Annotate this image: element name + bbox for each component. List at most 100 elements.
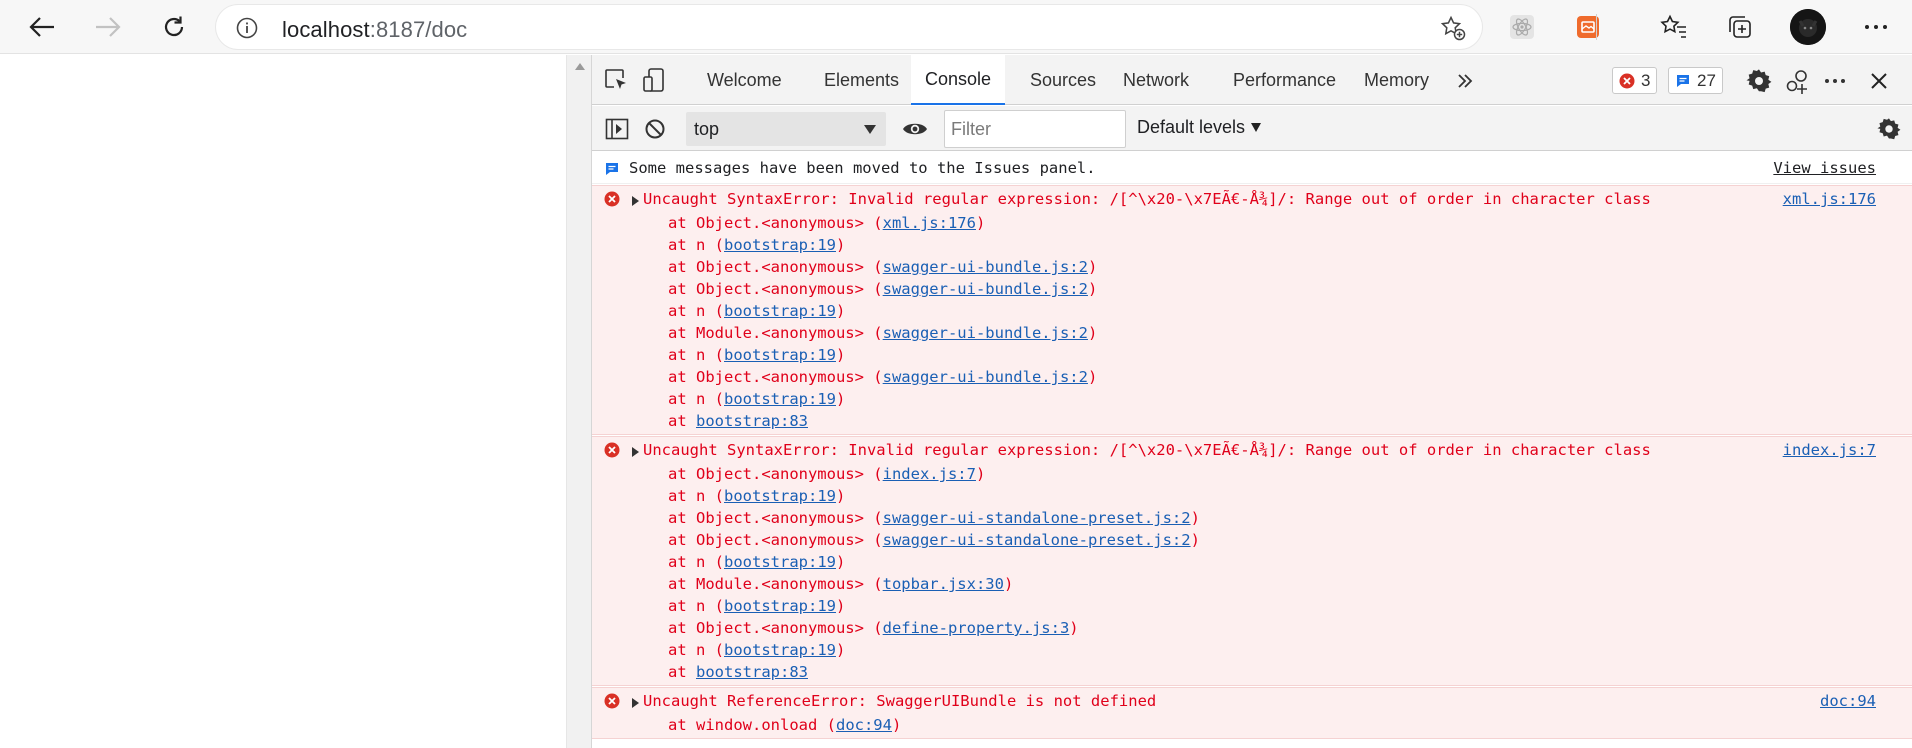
more-tabs-chevron-icon[interactable] (1454, 70, 1476, 92)
address-bar[interactable]: localhost:8187/doc (216, 5, 1482, 49)
tab-memory[interactable]: Memory (1350, 55, 1443, 105)
extension-orange-icon[interactable] (1572, 11, 1604, 43)
frame-source-link[interactable]: swagger-ui-bundle.js:2 (883, 368, 1088, 386)
devtools-settings-icon[interactable] (1744, 66, 1774, 96)
context-selector[interactable]: top (686, 112, 886, 146)
stack-frame: at Object.<anonymous> (define-property.j… (668, 617, 1200, 639)
frame-source-link[interactable]: define-property.js:3 (883, 619, 1070, 637)
customize-connect-icon[interactable] (1782, 66, 1812, 96)
frame-prefix: at Object.<anonymous> ( (668, 531, 883, 549)
frame-source-link[interactable]: xml.js:176 (883, 214, 976, 232)
tab-network[interactable]: Network (1109, 55, 1203, 105)
frame-source-link[interactable]: bootstrap:19 (724, 302, 836, 320)
frame-prefix: at n ( (668, 487, 724, 505)
frame-prefix: at n ( (668, 390, 724, 408)
console-toolbar: top Default levels (592, 106, 1912, 151)
frame-source-link[interactable]: bootstrap:19 (724, 236, 836, 254)
collections-icon[interactable] (1724, 11, 1756, 43)
frame-source-link[interactable]: bootstrap:83 (696, 663, 808, 681)
view-issues-link[interactable]: View issues (1773, 159, 1876, 177)
page-scrollbar[interactable] (566, 55, 592, 748)
frame-source-link[interactable]: bootstrap:19 (724, 390, 836, 408)
frame-source-link[interactable]: bootstrap:19 (724, 641, 836, 659)
stack-frame: at Object.<anonymous> (swagger-ui-bundle… (668, 366, 1097, 388)
frame-source-link[interactable]: bootstrap:19 (724, 346, 836, 364)
favorites-icon[interactable] (1658, 11, 1690, 43)
tab-sources[interactable]: Sources (1016, 55, 1110, 105)
clear-console-icon[interactable] (640, 114, 670, 144)
stack-trace: at Object.<anonymous> (index.js:7) at n (… (668, 463, 1200, 683)
frame-suffix: ) (1003, 575, 1014, 593)
frame-prefix: at Object.<anonymous> ( (668, 465, 883, 483)
frame-prefix: at Object.<anonymous> ( (668, 258, 883, 276)
devtools-more-options-icon[interactable] (1820, 66, 1850, 96)
refresh-button[interactable] (154, 7, 194, 47)
frame-source-link[interactable]: bootstrap:19 (724, 597, 836, 615)
frame-suffix: ) (835, 236, 846, 254)
error-message[interactable]: Uncaught SyntaxError: Invalid regular ex… (643, 190, 1651, 208)
frame-suffix: ) (1087, 280, 1098, 298)
add-favorite-icon[interactable] (1440, 15, 1466, 46)
inspect-element-icon[interactable] (600, 64, 632, 96)
error-source-link[interactable]: index.js:7 (1783, 441, 1876, 459)
frame-source-link[interactable]: swagger-ui-bundle.js:2 (883, 280, 1088, 298)
frame-suffix: ) (835, 597, 846, 615)
devtools-tab-bar: Welcome Elements Console Sources Network… (592, 55, 1912, 105)
show-sidebar-icon[interactable] (602, 114, 632, 144)
stack-frame: at Object.<anonymous> (swagger-ui-standa… (668, 529, 1200, 551)
error-icon (1619, 73, 1635, 89)
frame-source-link[interactable]: bootstrap:19 (724, 553, 836, 571)
device-emulation-icon[interactable] (638, 64, 670, 96)
live-expression-eye-icon[interactable] (900, 114, 930, 144)
log-levels-dropdown[interactable]: Default levels (1137, 117, 1262, 138)
forward-button[interactable] (88, 7, 128, 47)
frame-source-link[interactable]: index.js:7 (883, 465, 976, 483)
frame-source-link[interactable]: doc:94 (836, 716, 892, 734)
frame-source-link[interactable]: topbar.jsx:30 (883, 575, 1004, 593)
frame-suffix: ) (975, 214, 986, 232)
expand-triangle-icon[interactable] (632, 196, 639, 206)
frame-source-link[interactable]: swagger-ui-bundle.js:2 (883, 258, 1088, 276)
tab-elements[interactable]: Elements (810, 55, 913, 105)
scroll-up-arrow-icon[interactable] (575, 63, 585, 70)
expand-triangle-icon[interactable] (632, 447, 639, 457)
frame-source-link[interactable]: swagger-ui-bundle.js:2 (883, 324, 1088, 342)
stack-frame: at Module.<anonymous> (swagger-ui-bundle… (668, 322, 1097, 344)
frame-source-link[interactable]: swagger-ui-standalone-preset.js:2 (883, 531, 1191, 549)
tab-welcome[interactable]: Welcome (693, 55, 796, 105)
stack-frame: at Object.<anonymous> (swagger-ui-bundle… (668, 278, 1097, 300)
error-count-badge[interactable]: 3 (1612, 67, 1658, 94)
console-settings-icon[interactable] (1874, 114, 1904, 144)
stack-frame: at n (bootstrap:19) (668, 234, 1097, 256)
tab-performance[interactable]: Performance (1219, 55, 1350, 105)
site-info-icon[interactable] (236, 17, 258, 44)
frame-prefix: at n ( (668, 641, 724, 659)
frame-suffix: ) (1087, 258, 1098, 276)
stack-frame: at Object.<anonymous> (swagger-ui-bundle… (668, 256, 1097, 278)
stack-frame: at n (bootstrap:19) (668, 551, 1200, 573)
frame-source-link[interactable]: bootstrap:83 (696, 412, 808, 430)
settings-more-icon[interactable] (1860, 11, 1892, 43)
extension-react-icon[interactable] (1506, 11, 1538, 43)
frame-prefix: at Module.<anonymous> ( (668, 324, 883, 342)
tab-console[interactable]: Console (911, 55, 1006, 105)
issues-message-icon (604, 161, 620, 181)
error-source-link[interactable]: doc:94 (1820, 692, 1876, 710)
stack-frame: at n (bootstrap:19) (668, 388, 1097, 410)
back-button[interactable] (22, 7, 62, 47)
stack-frame: at n (bootstrap:19) (668, 485, 1200, 507)
error-source-link[interactable]: xml.js:176 (1783, 190, 1876, 208)
url-text: localhost:8187/doc (282, 17, 467, 43)
console-filter-input[interactable] (944, 110, 1126, 148)
frame-suffix: ) (1190, 509, 1200, 527)
error-message[interactable]: Uncaught SyntaxError: Invalid regular ex… (643, 441, 1651, 459)
log-levels-label: Default levels (1137, 117, 1246, 137)
stack-frame: at bootstrap:83 (668, 661, 1200, 683)
error-message[interactable]: Uncaught ReferenceError: SwaggerUIBundle… (643, 692, 1156, 710)
message-count-badge[interactable]: 27 (1668, 67, 1723, 94)
frame-source-link[interactable]: swagger-ui-standalone-preset.js:2 (883, 509, 1191, 527)
expand-triangle-icon[interactable] (632, 698, 639, 708)
frame-source-link[interactable]: bootstrap:19 (724, 487, 836, 505)
close-devtools-icon[interactable] (1864, 66, 1894, 96)
profile-avatar[interactable] (1790, 9, 1826, 45)
